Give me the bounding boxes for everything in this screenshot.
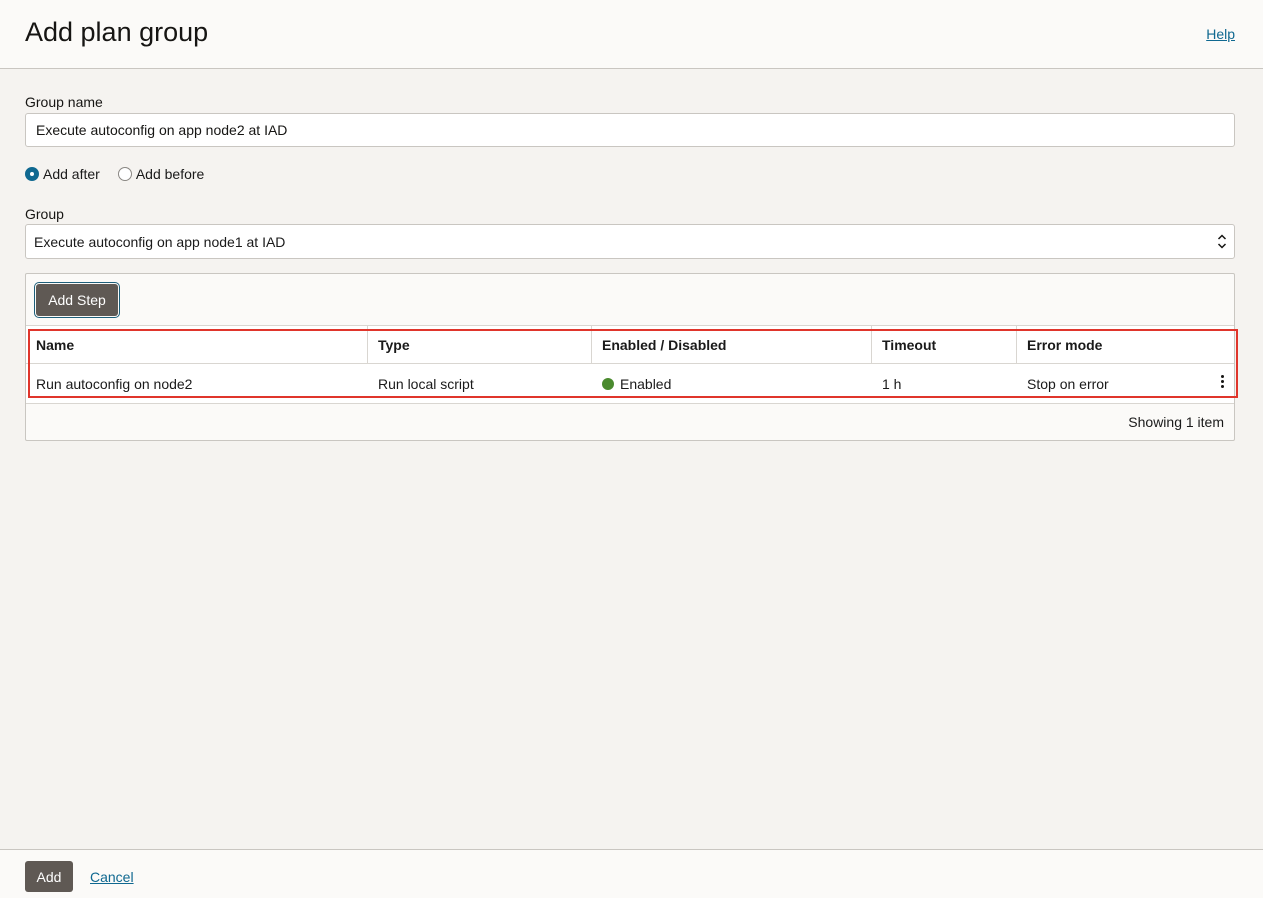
column-header-enabled[interactable]: Enabled / Disabled: [592, 326, 871, 363]
group-label: Group: [25, 206, 64, 222]
radio-add-after[interactable]: Add after: [25, 166, 100, 182]
radio-add-before-label: Add before: [135, 166, 205, 182]
group-name-input[interactable]: [25, 113, 1235, 147]
cell-name: Run autoconfig on node2: [36, 375, 193, 392]
position-radio-group: Add after Add before: [25, 166, 222, 182]
page-title: Add plan group: [25, 17, 209, 47]
cancel-link[interactable]: Cancel: [90, 869, 134, 885]
add-button[interactable]: Add: [25, 861, 73, 892]
radio-add-after-label: Add after: [43, 166, 100, 182]
column-header-error-mode[interactable]: Error mode: [1017, 326, 1234, 363]
group-select-value: Execute autoconfig on app node1 at IAD: [34, 233, 286, 250]
column-header-timeout[interactable]: Timeout: [872, 326, 1016, 363]
table-header: Name Type Enabled / Disabled Timeout Err…: [26, 325, 1234, 364]
chevron-up-down-icon: [1217, 234, 1227, 249]
radio-unchecked-icon[interactable]: [117, 167, 132, 181]
cell-type: Run local script: [378, 375, 474, 392]
column-header-name[interactable]: Name: [26, 326, 367, 363]
kebab-menu-icon[interactable]: [1218, 374, 1226, 392]
radio-add-before[interactable]: Add before: [117, 166, 205, 182]
table-row[interactable]: Run autoconfig on node2 Run local script…: [26, 364, 1234, 404]
status-dot-icon: [602, 377, 614, 390]
radio-checked-icon[interactable]: [25, 167, 39, 181]
cell-timeout: 1 h: [882, 375, 902, 392]
column-header-type[interactable]: Type: [368, 326, 591, 363]
cell-status: Enabled: [592, 364, 871, 403]
add-step-button[interactable]: Add Step: [36, 284, 118, 316]
table-item-count: Showing 1 item: [1128, 414, 1224, 430]
help-link[interactable]: Help: [1206, 26, 1235, 42]
status-text: Enabled: [620, 375, 672, 392]
group-select[interactable]: Execute autoconfig on app node1 at IAD: [25, 224, 1235, 259]
group-name-label: Group name: [25, 94, 103, 110]
page-footer: Add Cancel: [0, 849, 1263, 898]
cell-error-mode: Stop on error: [1027, 375, 1109, 392]
page-header: Add plan group Help: [0, 0, 1263, 69]
steps-panel: Add Step Name Type Enabled / Disabled Ti…: [25, 273, 1235, 441]
